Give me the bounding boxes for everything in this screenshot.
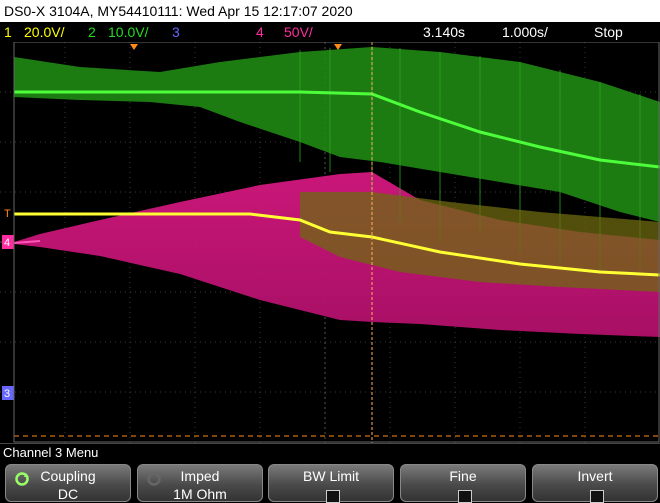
ch4-number[interactable]: 4: [256, 22, 264, 42]
ch2-number[interactable]: 2: [88, 22, 96, 42]
invert-checkbox[interactable]: [590, 490, 604, 503]
channel-status-bar: 1 20.0V/ 2 10.0V/ 3 4 50V/ 3.140s 1.000s…: [0, 22, 660, 42]
ch4-marker-label: 4: [4, 237, 10, 249]
invert-label: Invert: [577, 468, 613, 484]
bw-limit-checkbox[interactable]: [326, 490, 340, 503]
impedance-label: Imped: [180, 468, 220, 484]
ch3-number[interactable]: 3: [172, 22, 180, 42]
ch1-number[interactable]: 1: [4, 22, 12, 42]
run-state: Stop: [594, 24, 623, 40]
time-scale[interactable]: 1.000s/: [502, 22, 548, 42]
waveform-display: T 4 3: [0, 42, 660, 443]
time-reference-marker[interactable]: [334, 44, 342, 50]
coupling-softkey[interactable]: Coupling DC: [5, 464, 131, 502]
invert-softkey[interactable]: Invert: [532, 464, 658, 503]
fine-softkey[interactable]: Fine: [400, 464, 526, 503]
ch4-scale[interactable]: 50V/: [284, 22, 313, 42]
coupling-value: DC: [57, 486, 79, 502]
menu-title: Channel 3 Menu: [0, 443, 660, 461]
impedance-value: 1M Ohm: [173, 486, 227, 502]
impedance-softkey[interactable]: Imped 1M Ohm: [137, 464, 263, 502]
fine-label: Fine: [449, 468, 477, 484]
coupling-label: Coupling: [40, 468, 96, 484]
window-title: DS0-X 3104A, MY54410111: Wed Apr 15 12:1…: [0, 0, 660, 22]
ch2-scale[interactable]: 10.0V/: [108, 22, 148, 42]
fine-checkbox[interactable]: [458, 490, 472, 503]
softkey-bar: Coupling DC Imped 1M Ohm BW Limit Fine I…: [0, 461, 660, 503]
bw-limit-label: BW Limit: [303, 468, 359, 484]
trigger-position-marker[interactable]: [130, 44, 138, 50]
ch1-scale[interactable]: 20.0V/: [24, 22, 64, 42]
trigger-level-marker[interactable]: T: [4, 208, 11, 220]
ch3-marker-label: 3: [4, 388, 10, 400]
bw-limit-softkey[interactable]: BW Limit: [268, 464, 394, 503]
time-offset[interactable]: 3.140s: [423, 22, 465, 42]
